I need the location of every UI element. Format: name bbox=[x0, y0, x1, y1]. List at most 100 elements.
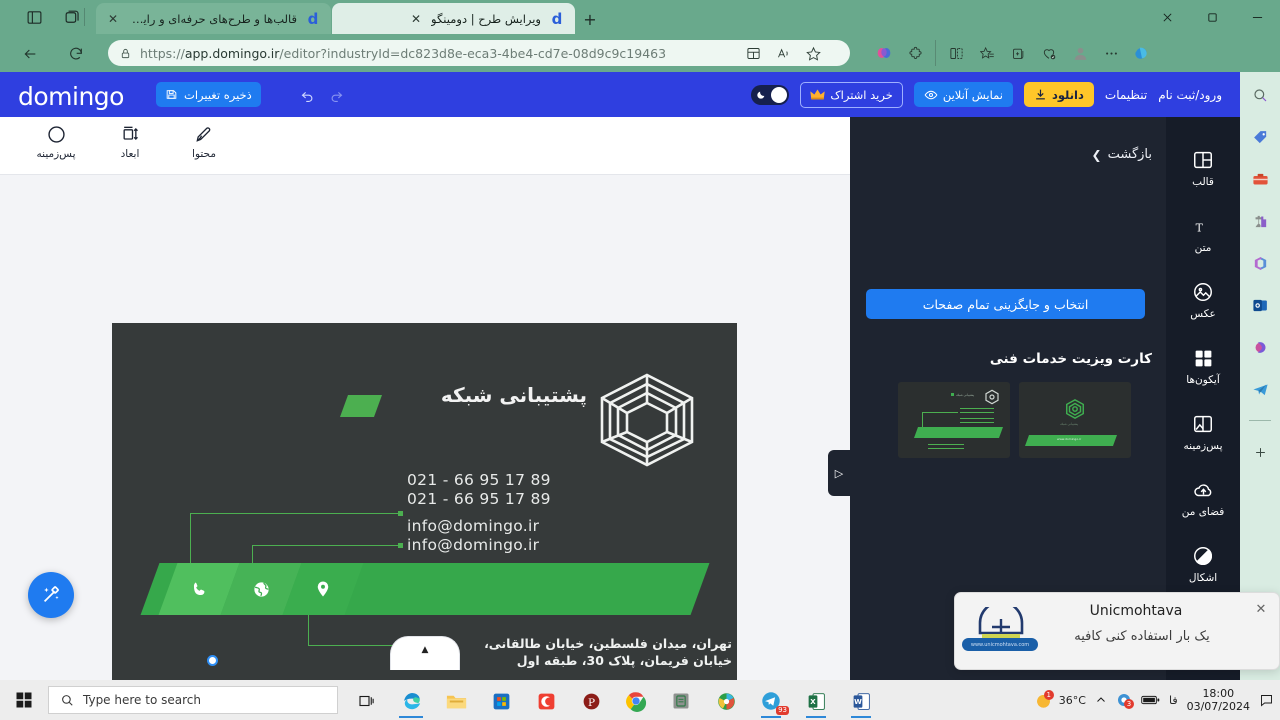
tool-dimensions[interactable]: ابعاد bbox=[104, 123, 156, 160]
profile-avatar-icon[interactable] bbox=[1066, 40, 1094, 66]
split-tab-icon[interactable] bbox=[942, 40, 970, 66]
tab-close-icon[interactable]: ✕ bbox=[408, 11, 424, 27]
card-contact-lines[interactable]: 021 - 66 95 17 89 021 - 66 95 17 89 info… bbox=[407, 471, 551, 563]
save-disk-icon bbox=[165, 88, 178, 101]
taskbar-app-word[interactable]: W bbox=[841, 684, 881, 718]
split-screen-icon[interactable] bbox=[740, 40, 766, 66]
card-green-band[interactable] bbox=[140, 563, 710, 615]
games-icon[interactable] bbox=[1247, 208, 1273, 234]
canvas-collapse-button[interactable]: ▲ bbox=[390, 636, 460, 670]
tool-content[interactable]: محتوا bbox=[178, 123, 230, 160]
eye-icon bbox=[924, 88, 938, 102]
settings-link[interactable]: تنظیمات bbox=[1105, 88, 1147, 102]
vertical-tabs-icon[interactable] bbox=[22, 5, 46, 29]
collections-icon[interactable] bbox=[1004, 40, 1032, 66]
close-button[interactable] bbox=[1145, 0, 1190, 34]
rail-item-my-space[interactable]: فضای من bbox=[1166, 465, 1240, 531]
new-tab-button[interactable]: + bbox=[579, 8, 601, 30]
battery-icon[interactable] bbox=[1141, 694, 1160, 706]
svg-text:T: T bbox=[1192, 218, 1193, 236]
domingo-logo[interactable]: domingo bbox=[18, 82, 124, 111]
designer-icon[interactable] bbox=[1247, 334, 1273, 360]
taskbar-app-chrome[interactable] bbox=[616, 684, 656, 718]
taskbar-app-idm[interactable] bbox=[706, 684, 746, 718]
reload-icon[interactable] bbox=[64, 42, 88, 66]
card-title[interactable]: پشتیبانی شبکه bbox=[397, 383, 587, 407]
tab-actions-icon[interactable] bbox=[60, 5, 84, 29]
taskbar-app-telegram[interactable]: 93 bbox=[751, 684, 791, 718]
windows-start-icon[interactable] bbox=[8, 688, 40, 712]
rail-item-icons[interactable]: آیکون‌ها bbox=[1166, 333, 1240, 399]
minimize-button[interactable] bbox=[1235, 0, 1280, 34]
favorite-star-icon[interactable] bbox=[800, 40, 826, 66]
replace-all-pages-button[interactable]: انتخاب و جایگزینی تمام صفحات bbox=[866, 289, 1145, 319]
taskbar-app-microsoft-store[interactable] bbox=[481, 684, 521, 718]
shopping-icon[interactable] bbox=[1247, 124, 1273, 150]
taskbar-app-camtasia[interactable] bbox=[526, 684, 566, 718]
rail-item-shapes[interactable]: اشکال bbox=[1166, 531, 1240, 597]
notification-toast[interactable]: www.unicmohtava.com Unicmohtava یک بار ا… bbox=[954, 592, 1280, 670]
address-bar[interactable]: https://app.domingo.ir/editor?industryId… bbox=[108, 40, 850, 66]
template-thumb-front[interactable]: پشتیبانی شبکه www.domingo.ir bbox=[1019, 382, 1131, 458]
online-preview-button[interactable]: نمایش آنلاین bbox=[913, 82, 1013, 107]
panel-collapse-flap[interactable]: ▷ bbox=[828, 450, 850, 496]
business-card-design[interactable]: پشتیبانی شبکه 021 - 66 95 17 89 021 - 66… bbox=[112, 323, 737, 680]
notification-center-icon[interactable]: 3 bbox=[1116, 692, 1134, 709]
add-icon[interactable] bbox=[1247, 439, 1273, 465]
taskbar-clock[interactable]: 18:00 03/07/2024 bbox=[1187, 687, 1250, 713]
rail-item-background[interactable]: پس‌زمینه bbox=[1166, 399, 1240, 465]
copilot-brain-icon[interactable] bbox=[870, 40, 898, 66]
taskbar-app-photoscape[interactable]: P bbox=[571, 684, 611, 718]
toast-close-icon[interactable]: ✕ bbox=[1251, 599, 1271, 619]
shapes-icon bbox=[1192, 544, 1214, 568]
rail-item-image[interactable]: عکس bbox=[1166, 267, 1240, 333]
download-button[interactable]: دانلود bbox=[1023, 82, 1094, 107]
settings-more-icon[interactable] bbox=[1097, 40, 1125, 66]
tab-close-icon[interactable]: ✕ bbox=[105, 11, 121, 27]
browser-tab-1[interactable]: d ویرایش طرح | دومینگو ✕ bbox=[332, 3, 575, 34]
dark-mode-toggle[interactable] bbox=[751, 84, 790, 105]
magic-wand-button[interactable] bbox=[28, 572, 74, 618]
browser-essentials-icon[interactable] bbox=[1035, 40, 1063, 66]
redo-button[interactable] bbox=[325, 84, 347, 106]
login-register-link[interactable]: ورود/ثبت نام bbox=[1158, 88, 1222, 102]
rail-item-text[interactable]: TT متن bbox=[1166, 201, 1240, 267]
taskbar-app-file-explorer[interactable] bbox=[436, 684, 476, 718]
notification-badge: 3 bbox=[1123, 699, 1134, 709]
save-changes-button[interactable]: ذخیره تغییرات bbox=[156, 82, 261, 107]
extensions-icon[interactable] bbox=[901, 40, 929, 66]
undo-button[interactable] bbox=[296, 84, 318, 106]
search-icon[interactable] bbox=[1247, 82, 1273, 108]
thumb-logo-icon bbox=[984, 389, 1000, 405]
browser-toolbar: https://app.domingo.ir/editor?industryId… bbox=[0, 34, 1280, 72]
action-center-icon[interactable] bbox=[1259, 693, 1274, 708]
zoom-slider-thumb[interactable] bbox=[207, 655, 218, 666]
template-thumb-back[interactable]: پشتیبانی شبکه bbox=[898, 382, 1010, 458]
read-aloud-icon[interactable] bbox=[770, 40, 796, 66]
telegram-icon[interactable] bbox=[1247, 376, 1273, 402]
taskbar-app-notepad[interactable] bbox=[661, 684, 701, 718]
phone-line: 021 - 66 95 17 89 bbox=[407, 490, 551, 508]
office-icon[interactable] bbox=[1247, 250, 1273, 276]
task-view-icon[interactable] bbox=[346, 684, 386, 718]
outlook-icon[interactable] bbox=[1247, 292, 1273, 318]
weather-widget[interactable]: 1 36°C bbox=[1034, 689, 1086, 710]
rail-item-template[interactable]: قالب bbox=[1166, 135, 1240, 201]
favorites-list-icon[interactable] bbox=[973, 40, 1001, 66]
taskbar-app-excel[interactable]: X bbox=[796, 684, 836, 718]
buy-subscription-button[interactable]: خرید اشتراک bbox=[800, 81, 903, 108]
tool-layers[interactable]: لایه‌ها bbox=[0, 123, 8, 160]
language-indicator[interactable]: فا bbox=[1169, 694, 1178, 707]
taskbar-app-edge[interactable] bbox=[391, 684, 431, 718]
tool-background[interactable]: پس‌زمینه bbox=[30, 123, 82, 160]
copilot-sidebar-icon[interactable] bbox=[1128, 40, 1156, 66]
tools-icon[interactable] bbox=[1247, 166, 1273, 192]
back-button[interactable]: بازگشت ❯ bbox=[1092, 147, 1152, 162]
hex-network-logo[interactable] bbox=[594, 371, 700, 467]
show-hidden-icons[interactable] bbox=[1095, 694, 1107, 706]
maximize-button[interactable] bbox=[1190, 0, 1235, 34]
canvas-area[interactable]: پشتیبانی شبکه 021 - 66 95 17 89 021 - 66… bbox=[0, 175, 850, 680]
back-icon[interactable] bbox=[18, 42, 42, 66]
browser-tab-0[interactable]: d قالب‌ها و طرح‌های حرفه‌ای و رایگان ✕ bbox=[96, 3, 331, 34]
taskbar-search-input[interactable]: Type here to search bbox=[48, 686, 338, 714]
